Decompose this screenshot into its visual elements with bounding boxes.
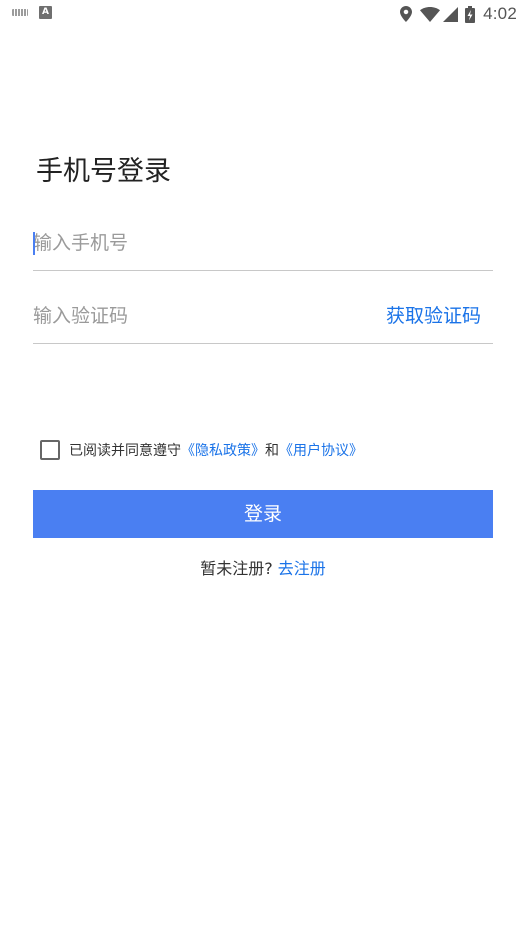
status-icons: 4:02 [400, 3, 517, 25]
register-link[interactable]: 去注册 [278, 559, 326, 578]
agreement-text: 已阅读并同意遵守 [69, 443, 181, 459]
verification-code-input[interactable] [33, 297, 353, 335]
signal-icon [443, 6, 459, 22]
text-cursor [33, 232, 35, 255]
keyboard-icon [12, 9, 28, 16]
login-button[interactable]: 登录 [33, 490, 493, 538]
code-field: 获取验证码 [33, 297, 493, 344]
location-icon [400, 6, 413, 22]
user-agreement-link[interactable]: 《用户协议》 [279, 440, 363, 460]
privacy-policy-link[interactable]: 《隐私政策》 [181, 440, 265, 460]
register-row: 暂未注册? 去注册 [0, 557, 526, 581]
agreement-checkbox[interactable] [40, 440, 60, 460]
get-code-button[interactable]: 获取验证码 [386, 302, 481, 330]
agreement-row: 已阅读并同意遵守 《隐私政策》 和 《用户协议》 [40, 439, 363, 461]
status-bar: A 4:02 [0, 0, 526, 28]
status-time: 4:02 [483, 4, 517, 23]
battery-icon [465, 5, 476, 23]
agreement-conjunction: 和 [265, 443, 279, 459]
phone-input[interactable] [33, 224, 353, 262]
wifi-icon [420, 6, 441, 22]
a-badge-icon: A [39, 6, 52, 19]
page-title: 手机号登录 [36, 156, 171, 187]
register-prompt: 暂未注册? [200, 559, 273, 578]
phone-field [33, 224, 493, 271]
